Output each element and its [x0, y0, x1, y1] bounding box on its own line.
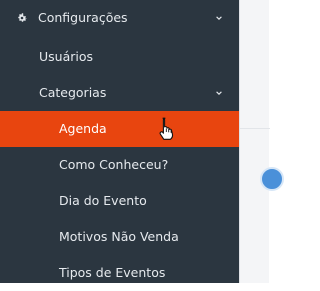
gear-icon: [18, 13, 27, 22]
chevron-down-icon: [216, 16, 222, 20]
sidebar-subitem-label: Como Conheceu?: [59, 157, 169, 172]
sidebar-subitem-label: Agenda: [59, 121, 107, 136]
sidebar-item-label: Categorias: [39, 85, 107, 100]
chevron-down-icon: [216, 91, 222, 95]
divider: [240, 128, 270, 129]
sidebar-subitem-label: Motivos Não Venda: [59, 229, 179, 244]
sidebar-item-label: Usuários: [39, 49, 94, 64]
sidebar-subitem-tipos-de-eventos[interactable]: Tipos de Eventos: [0, 255, 239, 291]
hand-pointer-cursor-icon: [159, 117, 174, 140]
sidebar-section-configuracoes[interactable]: Configurações: [0, 0, 239, 36]
sidebar-item-categorias[interactable]: Categorias: [0, 75, 239, 111]
main-content-area: [239, 0, 284, 283]
sidebar-subitem-label: Tipos de Eventos: [59, 265, 166, 280]
sidebar-subitem-motivos-nao-venda[interactable]: Motivos Não Venda: [0, 219, 239, 255]
avatar[interactable]: [260, 167, 284, 191]
sidebar-subitem-agenda[interactable]: Agenda: [0, 111, 239, 147]
sidebar-subitem-dia-do-evento[interactable]: Dia do Evento: [0, 183, 239, 219]
sidebar: Configurações Usuários Categorias Agenda…: [0, 0, 239, 283]
sidebar-section-label: Configurações: [38, 10, 128, 25]
sidebar-item-usuarios[interactable]: Usuários: [0, 39, 239, 75]
sidebar-subitem-como-conheceu[interactable]: Como Conheceu?: [0, 147, 239, 183]
sidebar-subitem-label: Dia do Evento: [59, 193, 147, 208]
